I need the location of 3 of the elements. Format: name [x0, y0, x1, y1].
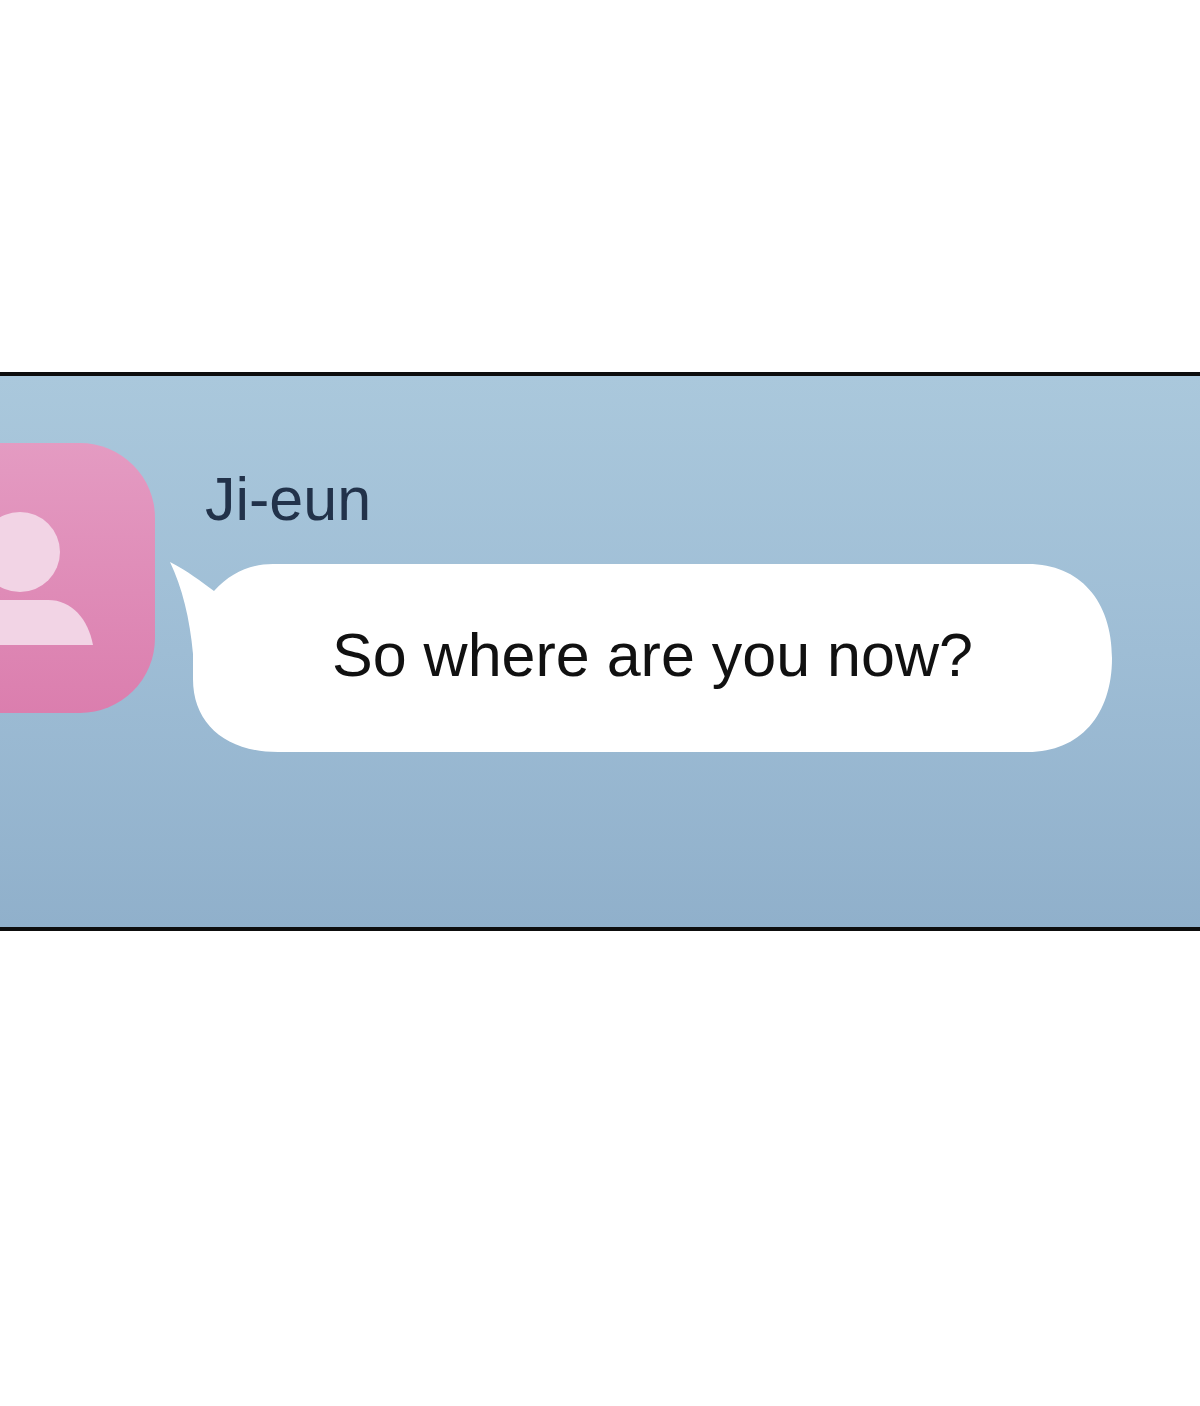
- avatar-icon: [0, 443, 155, 713]
- sender-name: Ji-eun: [205, 469, 372, 530]
- message-text: So where are you now?: [332, 620, 973, 691]
